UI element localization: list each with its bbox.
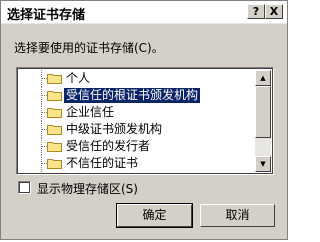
scroll-up-button[interactable]: ▲ <box>255 70 271 86</box>
ok-button[interactable]: 确定 <box>116 203 193 228</box>
select-certificate-store-dialog: 选择证书存储 ? X 选择要使用的证书存储(C)。 个人 受信任的根证书颁发机构 <box>0 0 288 240</box>
store-item-label: 受信任的根证书颁发机构 <box>62 87 202 104</box>
certificate-store-list[interactable]: 个人 受信任的根证书颁发机构 企业信任 中级证书颁发机构 受信任的发行者 不信任… <box>16 67 274 175</box>
store-item-intermediate-ca[interactable]: 中级证书颁发机构 <box>19 121 255 138</box>
vertical-scrollbar[interactable]: ▲ ▼ <box>255 70 271 172</box>
close-button[interactable]: X <box>265 4 283 19</box>
store-item-label: 受信任的发行者 <box>66 139 151 153</box>
store-item-label: 不信任的证书 <box>66 156 139 170</box>
store-item-label: 企业信任 <box>66 105 115 119</box>
store-item-label: 中级证书颁发机构 <box>66 122 163 136</box>
scroll-thumb[interactable] <box>255 86 271 138</box>
folder-icon <box>47 142 62 152</box>
folder-icon <box>47 125 62 135</box>
store-item-trusted-publishers[interactable]: 受信任的发行者 <box>19 138 255 155</box>
store-tree: 个人 受信任的根证书颁发机构 企业信任 中级证书颁发机构 受信任的发行者 不信任… <box>19 70 255 172</box>
store-prompt-label: 选择要使用的证书存储(C)。 <box>14 41 164 55</box>
cancel-button[interactable]: 取消 <box>200 204 275 227</box>
store-item-trusted-root[interactable]: 受信任的根证书颁发机构 <box>19 87 255 104</box>
store-item-untrusted-certificates[interactable]: 不信任的证书 <box>19 155 255 172</box>
scroll-down-button[interactable]: ▼ <box>255 156 271 172</box>
title-bar: 选择证书存储 ? X <box>1 1 287 24</box>
show-physical-stores-label[interactable]: 显示物理存储区(S) <box>37 180 138 197</box>
help-button[interactable]: ? <box>247 4 265 19</box>
folder-icon <box>47 108 62 118</box>
folder-icon <box>47 91 62 101</box>
window-title: 选择证书存储 <box>7 8 86 23</box>
folder-icon <box>47 74 62 84</box>
store-item-personal[interactable]: 个人 <box>19 70 255 87</box>
store-item-enterprise-trust[interactable]: 企业信任 <box>19 104 255 121</box>
store-item-label: 个人 <box>66 71 91 85</box>
show-physical-stores-checkbox[interactable] <box>18 181 31 194</box>
folder-icon <box>47 159 62 169</box>
